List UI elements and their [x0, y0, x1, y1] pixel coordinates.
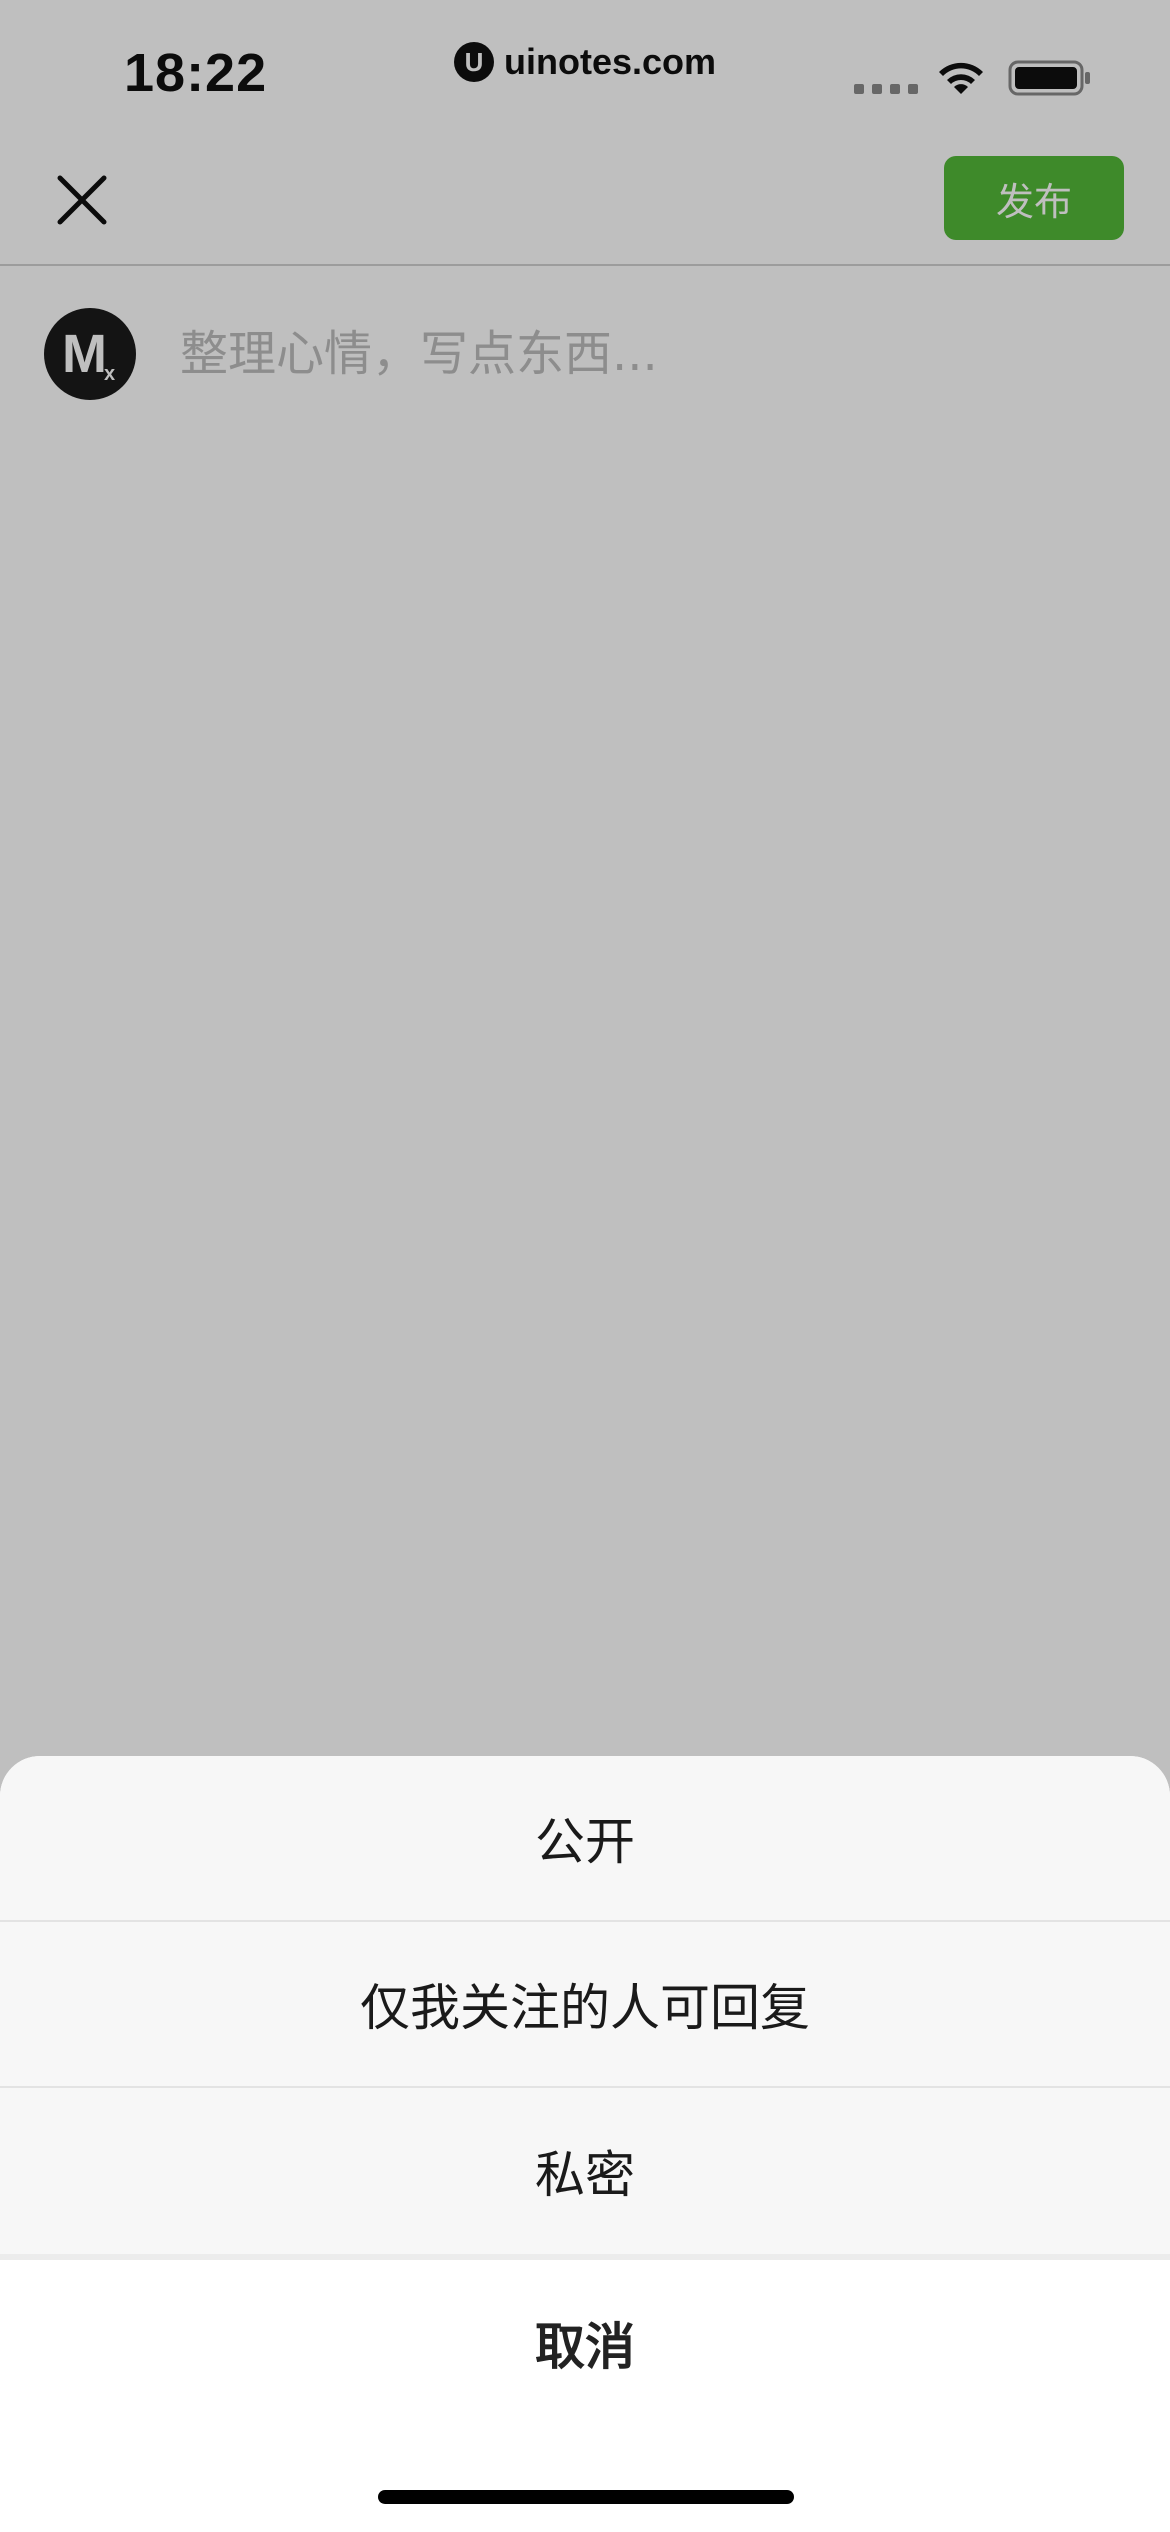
cancel-button[interactable]: 取消: [0, 2260, 1170, 2426]
option-followers-reply-only[interactable]: 仅我关注的人可回复: [0, 1922, 1170, 2088]
home-indicator[interactable]: [378, 2490, 794, 2504]
option-private[interactable]: 私密: [0, 2088, 1170, 2254]
visibility-action-sheet: 公开 仅我关注的人可回复 私密 取消: [0, 1756, 1170, 2532]
option-public[interactable]: 公开: [0, 1756, 1170, 1922]
compose-post-screen: 18:22 U uinotes.com 发布 M x 整理心情，写点东西... …: [0, 0, 1170, 2532]
